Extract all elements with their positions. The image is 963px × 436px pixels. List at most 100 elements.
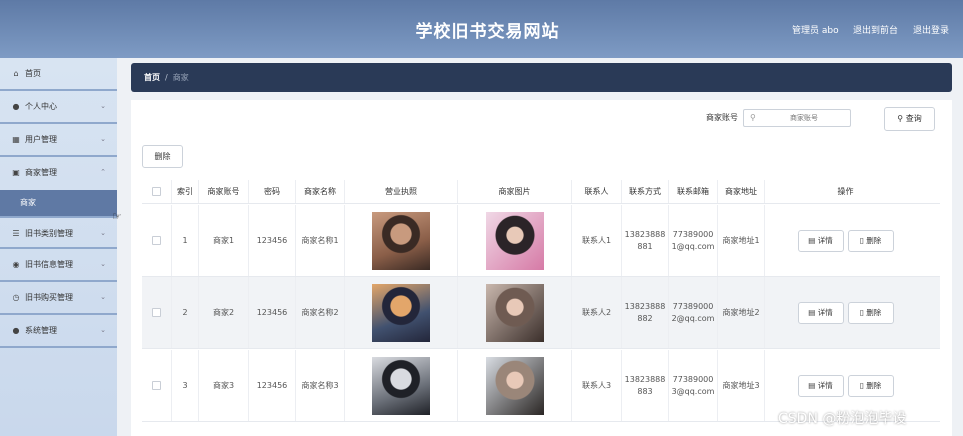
row-select-cell xyxy=(142,350,172,421)
name-cell: 商家名称2 xyxy=(296,277,345,348)
row-select-cell xyxy=(142,277,172,348)
sidebar-item-profile[interactable]: ● 个人中心 ⌄ xyxy=(0,91,117,124)
merchant-photo-cell xyxy=(458,350,572,421)
delete-button[interactable]: ▯ 删除 xyxy=(847,374,894,397)
column-header: 联系邮箱 xyxy=(669,180,718,203)
actions-cell: ▤ 详情 ▯ 删除 xyxy=(765,277,926,348)
license-image[interactable] xyxy=(372,356,430,415)
search-icon: ⚲ xyxy=(897,114,906,123)
phone-cell: 13823888881 xyxy=(622,205,669,276)
query-button-label: 查询 xyxy=(905,114,922,123)
merchant-image[interactable] xyxy=(485,211,544,270)
document-icon: ▤ xyxy=(808,235,818,245)
delete-button[interactable]: ▯ 删除 xyxy=(847,301,894,324)
user-icon: ● xyxy=(12,102,20,111)
email-cell: 773890003@qq.com xyxy=(669,350,718,421)
top-header: 学校旧书交易网站 管理员 abo 退出到前台 退出登录 xyxy=(0,0,963,58)
merchant-photo-cell xyxy=(458,205,572,276)
breadcrumb-separator: / xyxy=(165,73,168,82)
column-header: 密码 xyxy=(249,180,296,203)
license-image[interactable] xyxy=(372,283,430,342)
account-cell: 商家2 xyxy=(199,277,249,348)
address-cell: 商家地址2 xyxy=(718,277,765,348)
document-icon: ▤ xyxy=(808,307,818,317)
sidebar-item-book-categories[interactable]: ☰ 旧书类别管理 ⌄ xyxy=(0,216,117,249)
column-header: 联系人 xyxy=(572,180,622,203)
phone-cell: 13823888883 xyxy=(622,350,669,421)
license-cell xyxy=(345,350,458,421)
column-header: 操作 xyxy=(837,186,854,196)
license-image[interactable] xyxy=(372,211,430,270)
query-button[interactable]: ⚲ 查询 xyxy=(884,107,935,131)
current-user: 管理员 abo xyxy=(792,26,839,36)
sidebar-item-label: 首页 xyxy=(25,69,41,78)
logout-link[interactable]: 退出登录 xyxy=(913,23,949,36)
bulk-delete-button[interactable]: 删除 xyxy=(142,145,183,168)
merchant-image[interactable] xyxy=(485,356,544,415)
delete-button[interactable]: ▯ 删除 xyxy=(847,229,894,252)
sidebar-item-label: 旧书类别管理 xyxy=(25,229,73,238)
sidebar-item-book-purchases[interactable]: ◷ 旧书购买管理 ⌄ xyxy=(0,282,117,315)
table-row: 1 商家1 123456 商家名称1 联系人1 13823888881 773890001@… xyxy=(142,205,940,277)
select-all-cell xyxy=(142,180,172,203)
column-header: 索引 xyxy=(172,180,199,203)
main-content: 首页 / 商家 商家账号 ⚲ ⚲ 查询 删除 索引 商家账号 密码 商家名称 营业执… xyxy=(117,58,963,436)
breadcrumb-home[interactable]: 首页 xyxy=(144,73,160,82)
account-cell: 商家1 xyxy=(199,205,249,276)
email-cell: 773890001@qq.com xyxy=(669,205,718,276)
address-cell: 商家地址3 xyxy=(718,350,765,421)
password-cell: 123456 xyxy=(249,277,296,348)
sidebar-item-label: 旧书购买管理 xyxy=(25,293,73,302)
sidebar-item-users[interactable]: ▦ 用户管理 ⌄ xyxy=(0,124,117,157)
detail-button[interactable]: ▤ 详情 xyxy=(797,301,844,324)
exit-to-frontend-link[interactable]: 退出到前台 xyxy=(853,23,898,36)
row-checkbox[interactable] xyxy=(152,308,161,317)
address-cell: 商家地址1 xyxy=(718,205,765,276)
column-header: 联系方式 xyxy=(622,180,669,203)
sidebar-item-system[interactable]: ● 系统管理 ⌄ xyxy=(0,315,117,348)
document-icon: ▤ xyxy=(808,380,818,390)
row-select-cell xyxy=(142,205,172,276)
name-cell: 商家名称1 xyxy=(296,205,345,276)
sidebar-item-home[interactable]: ⌂ 首页 xyxy=(0,58,117,91)
sidebar-item-book-info[interactable]: ◉ 旧书信息管理 ⌄ xyxy=(0,249,117,282)
row-checkbox[interactable] xyxy=(152,381,161,390)
chevron-up-icon: ⌃ xyxy=(100,168,106,176)
sidebar-subitem-merchant[interactable]: 商家 xyxy=(0,190,117,216)
merchant-photo-cell xyxy=(458,277,572,348)
sidebar-item-label: 旧书信息管理 xyxy=(25,260,73,269)
merchant-image[interactable] xyxy=(485,283,544,342)
chevron-down-icon: ⌄ xyxy=(100,326,106,334)
detail-button[interactable]: ▤ 详情 xyxy=(797,374,844,397)
home-icon: ⌂ xyxy=(13,69,19,78)
chevron-down-icon: ⌄ xyxy=(100,229,106,237)
password-cell: 123456 xyxy=(249,205,296,276)
shop-icon: ▣ xyxy=(12,168,20,177)
detail-button[interactable]: ▤ 详情 xyxy=(797,229,844,252)
license-cell xyxy=(345,205,458,276)
column-header: 商家账号 xyxy=(199,180,249,203)
sidebar-item-merchants[interactable]: ▣ 商家管理 ⌃ xyxy=(0,157,117,190)
list-icon: ☰ xyxy=(12,229,20,238)
column-header: 商家名称 xyxy=(296,180,345,203)
search-input[interactable] xyxy=(760,111,848,125)
sidebar-item-label: 个人中心 xyxy=(25,102,57,111)
watermark: CSDN @粉泡泡毕设 xyxy=(778,411,907,427)
license-cell xyxy=(345,277,458,348)
phone-cell: 13823888882 xyxy=(622,277,669,348)
index-cell: 1 xyxy=(172,205,199,276)
index-cell: 3 xyxy=(172,350,199,421)
breadcrumb-current: 商家 xyxy=(172,73,189,82)
search-icon: ⚲ xyxy=(750,113,756,122)
row-checkbox[interactable] xyxy=(152,236,161,245)
sidebar-item-label: 商家管理 xyxy=(25,168,57,177)
briefcase-icon: ▦ xyxy=(12,135,20,144)
index-cell: 2 xyxy=(172,277,199,348)
select-all-checkbox[interactable] xyxy=(152,187,161,196)
chevron-down-icon: ⌄ xyxy=(100,260,106,268)
search-label: 商家账号 xyxy=(706,113,738,122)
chevron-down-icon: ⌄ xyxy=(100,293,106,301)
contact-cell: 联系人3 xyxy=(572,350,622,421)
chevron-down-icon: ⌄ xyxy=(100,102,106,110)
sidebar-item-label: 系统管理 xyxy=(25,326,57,335)
